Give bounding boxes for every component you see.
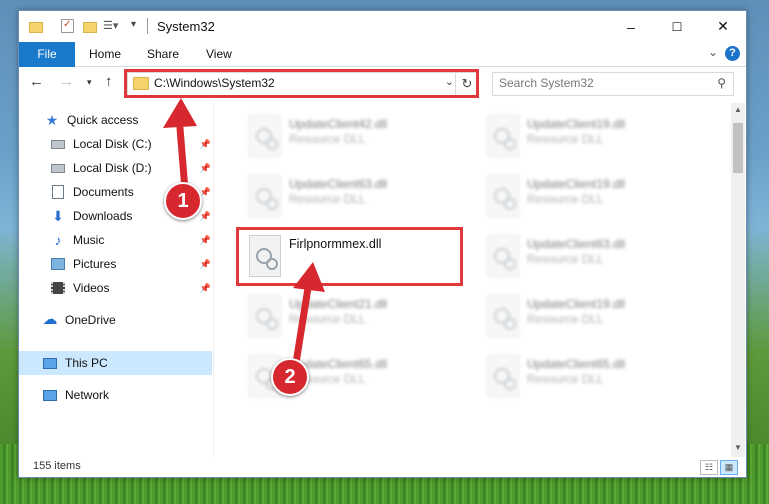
details-view-icon[interactable]: ☷ (700, 460, 718, 475)
search-icon[interactable]: ⚲ (717, 76, 726, 90)
pane-divider (213, 103, 214, 457)
list-item[interactable]: UpdateClient21.dll Resource DLL (241, 291, 471, 345)
close-button[interactable]: ✕ (700, 11, 746, 42)
new-folder-icon[interactable] (83, 19, 97, 33)
sidebar-item-network[interactable]: Network (43, 384, 109, 406)
music-icon: ♪ (54, 232, 62, 248)
sidebar-item-label: Documents (73, 185, 134, 199)
ribbon-tabs: File Home Share View ⌄ ? (19, 42, 746, 96)
list-item[interactable]: UpdateClient63.dll Resource DLL (241, 171, 471, 225)
item-count: 155 items (33, 460, 81, 472)
pc-icon (43, 356, 57, 370)
status-bar: 155 items ☷ ▦ (19, 457, 746, 477)
recent-locations-icon[interactable]: ▾ (87, 77, 92, 88)
dll-file-icon (249, 115, 281, 157)
tab-view[interactable]: View (206, 42, 232, 66)
maximize-button[interactable]: ☐ (654, 11, 700, 42)
dll-file-icon (487, 175, 519, 217)
pictures-icon (51, 257, 65, 271)
forward-arrow-icon[interactable]: → (59, 73, 74, 90)
sidebar-item-local-disk-c[interactable]: Local Disk (C:) 📌 (51, 133, 211, 155)
vertical-scrollbar[interactable]: ▲ ▼ (731, 103, 745, 457)
dll-file-icon (249, 175, 281, 217)
pin-icon[interactable]: 📌 (200, 157, 211, 179)
search-input[interactable]: Search System32 ⚲ (492, 72, 734, 96)
list-item[interactable]: UpdateClient19.dll Resource DLL (479, 291, 709, 345)
list-item[interactable]: UpdateClient42.dll Resource DLL (241, 111, 471, 165)
pin-icon[interactable]: 📌 (200, 133, 211, 155)
title-separator (147, 18, 148, 34)
tab-share[interactable]: Share (147, 42, 179, 66)
documents-icon (51, 185, 65, 199)
sidebar-item-label: Videos (73, 281, 110, 295)
dll-file-icon (487, 355, 519, 397)
back-arrow-icon[interactable]: ← (29, 73, 44, 90)
dll-file-icon (487, 235, 519, 277)
address-highlight-box (124, 69, 479, 98)
list-item[interactable]: UpdateClient19.dll Resource DLL (479, 111, 709, 165)
sidebar-item-label: Music (73, 233, 105, 247)
sidebar-item-label: Local Disk (C:) (73, 137, 152, 151)
up-arrow-icon[interactable]: ↑ (105, 73, 113, 90)
tab-home[interactable]: Home (89, 42, 121, 66)
step-2-badge: 2 (271, 358, 309, 396)
scroll-up-icon[interactable]: ▲ (731, 105, 745, 114)
step-1-badge: 1 (164, 182, 202, 220)
sidebar-item-label: Local Disk (D:) (73, 161, 152, 175)
customize-toolbar-icon[interactable]: ☰▾ (103, 19, 118, 33)
sidebar-item-quick-access[interactable]: ★ Quick access (45, 109, 139, 131)
sidebar-item-label: Downloads (73, 209, 133, 223)
videos-icon (51, 281, 65, 295)
cloud-icon: ☁ (42, 311, 58, 328)
list-item[interactable]: UpdateClient65.dll Resource DLL (479, 351, 709, 405)
chevron-down-icon[interactable]: ▾ (131, 19, 145, 33)
sidebar-item-videos[interactable]: Videos 📌 (51, 277, 211, 299)
pin-icon[interactable]: 📌 (200, 277, 211, 299)
sidebar-item-label: Network (65, 388, 110, 402)
dll-file-icon (487, 115, 519, 157)
file-highlight-box (236, 227, 463, 286)
search-placeholder[interactable]: Search System32 (499, 76, 594, 90)
list-item[interactable]: UpdateClient63.dll Resource DLL (479, 231, 709, 285)
sidebar-item-label: This PC (65, 356, 108, 370)
dll-file-icon (487, 295, 519, 337)
sidebar-item-local-disk-d[interactable]: Local Disk (D:) 📌 (51, 157, 211, 179)
pin-icon[interactable]: 📌 (200, 205, 211, 227)
help-icon[interactable]: ? (725, 46, 740, 61)
drive-icon (51, 137, 65, 151)
title-bar: ✓ ☰▾ ▾ System32 – ☐ ✕ (19, 11, 746, 42)
sidebar-item-this-pc[interactable]: This PC (43, 352, 108, 374)
sidebar-item-music[interactable]: ♪ Music 📌 (51, 229, 212, 251)
scroll-down-icon[interactable]: ▼ (731, 443, 745, 452)
sidebar-item-label: Pictures (73, 257, 117, 271)
sidebar-item-label: OneDrive (65, 313, 116, 327)
window-title: System32 (157, 19, 215, 34)
download-icon: ⬇ (52, 208, 64, 224)
star-icon: ★ (45, 112, 59, 128)
properties-icon[interactable]: ✓ (61, 19, 74, 33)
drive-icon (51, 161, 65, 175)
large-icons-view-icon[interactable]: ▦ (720, 460, 738, 475)
sidebar-item-pictures[interactable]: Pictures 📌 (51, 253, 211, 275)
scroll-thumb[interactable] (733, 123, 743, 173)
sidebar-item-onedrive[interactable]: ☁ OneDrive (43, 309, 116, 331)
pin-icon[interactable]: 📌 (200, 229, 211, 251)
pin-icon[interactable]: 📌 (200, 253, 211, 275)
sidebar-item-label: Quick access (67, 113, 139, 127)
navigation-pane: ★ Quick access Local Disk (C:) 📌 Local D… (19, 103, 213, 457)
minimize-button[interactable]: – (608, 11, 654, 42)
folder-icon (29, 19, 43, 33)
dll-file-icon (249, 295, 281, 337)
expand-ribbon-icon[interactable]: ⌄ (708, 45, 718, 59)
list-item[interactable]: UpdateClient19.dll Resource DLL (479, 171, 709, 225)
network-icon (43, 388, 57, 402)
